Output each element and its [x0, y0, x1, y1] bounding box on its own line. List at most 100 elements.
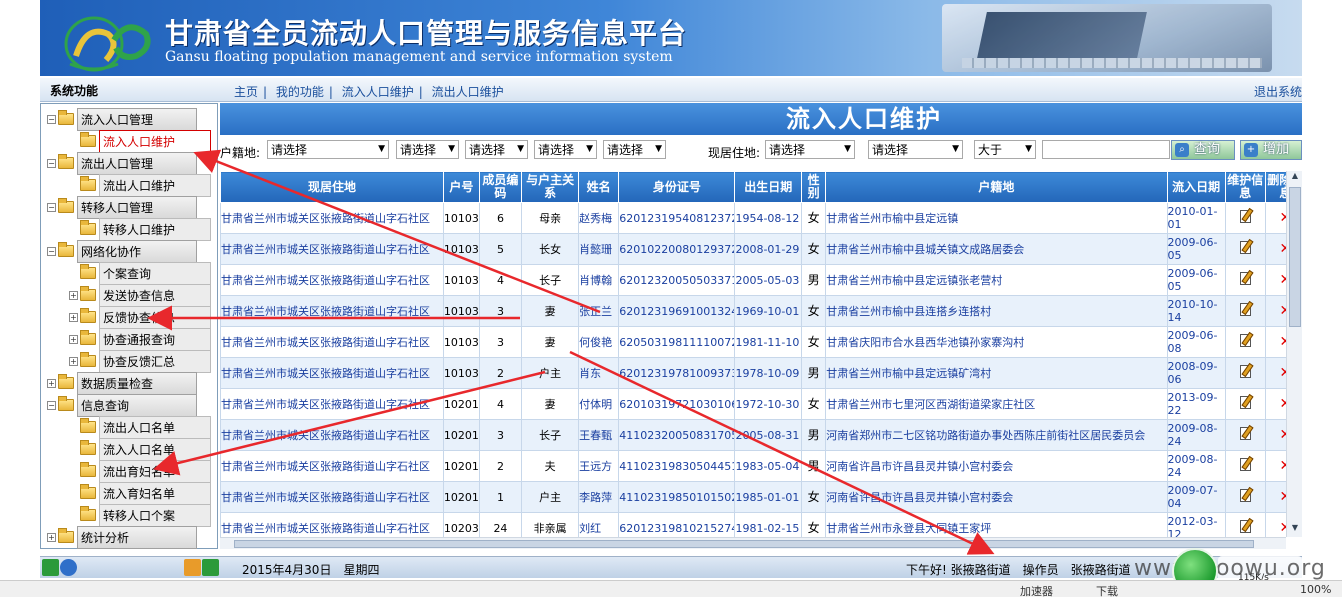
compare-value-input[interactable]: [1042, 140, 1170, 159]
table-row[interactable]: 甘肃省兰州市城关区张掖路街道山字石社区 10203 24 非亲属 刘红 620123198…: [220, 512, 1286, 537]
sidebar-item[interactable]: 流入育妇名单: [69, 481, 211, 505]
table-row[interactable]: 甘肃省兰州市城关区张掖路街道山字石社区 10103 2 户主 肖东 62012319781…: [220, 357, 1286, 389]
scroll-thumb[interactable]: [1289, 187, 1301, 327]
expand-icon[interactable]: +: [69, 334, 78, 344]
edit-icon[interactable]: [1239, 210, 1251, 223]
edit-icon[interactable]: [1239, 427, 1251, 440]
sidebar-item[interactable]: − 转移人口管理: [47, 195, 197, 219]
edit-icon[interactable]: [1239, 241, 1251, 254]
edit-icon[interactable]: [1239, 365, 1251, 378]
nav-inflow-maintain-link[interactable]: 流入人口维护: [342, 85, 414, 99]
hscroll-thumb[interactable]: [234, 540, 1254, 548]
cell-member-code: 3: [478, 326, 523, 358]
nav-home-link[interactable]: 主页: [234, 85, 258, 99]
edit-icon[interactable]: [1239, 334, 1251, 347]
nav-outflow-maintain-link[interactable]: 流出人口维护: [432, 85, 504, 99]
browser-status-bar: 加速器 下载 100%: [0, 580, 1342, 597]
col-header-delete: 删除信息: [1264, 171, 1286, 203]
folder-icon: [58, 198, 74, 213]
key-icon[interactable]: [184, 559, 201, 576]
col-header-edit: 维护信息: [1224, 171, 1266, 203]
scroll-down-icon[interactable]: ▼: [1287, 523, 1303, 537]
sidebar-item[interactable]: 转移人口个案: [69, 503, 211, 527]
sidebar-item[interactable]: 个案查询: [69, 261, 211, 285]
edit-icon[interactable]: [1239, 520, 1251, 533]
sidebar-item[interactable]: − 流出人口管理: [47, 151, 197, 175]
sidebar-item[interactable]: 流入人口维护: [69, 129, 211, 153]
expand-icon[interactable]: +: [69, 356, 78, 366]
folder-icon: [80, 462, 96, 477]
cell-birth-date: 1969-10-01: [734, 295, 802, 327]
table-vertical-scrollbar[interactable]: ▲ ▼: [1286, 171, 1302, 537]
cell-birth-date: 1983-05-04: [734, 450, 802, 482]
cell-household-no: 10103: [442, 202, 480, 234]
logo-icon: [64, 16, 151, 72]
back-icon[interactable]: [42, 559, 59, 576]
table-row[interactable]: 甘肃省兰州市城关区张掖路街道山字石社区 10201 4 妻付体明 62010319721…: [220, 388, 1286, 420]
table-row[interactable]: 甘肃省兰州市城关区张掖路街道山字石社区 10201 2 夫王远方 41102319830…: [220, 450, 1286, 482]
cell-huji: 甘肃省兰州市榆中县连搭乡连搭村: [825, 295, 1168, 327]
download-item[interactable]: 下载: [1096, 583, 1118, 597]
sidebar-item[interactable]: + 数据质量检查: [47, 371, 197, 395]
table-horizontal-scrollbar[interactable]: [220, 537, 1286, 549]
cell-birth-date: 1981-11-10: [734, 326, 802, 358]
query-button[interactable]: ⌕ 查询: [1171, 140, 1235, 160]
cell-inflow-date: 2009-08-24: [1166, 419, 1226, 451]
collapse-icon[interactable]: −: [47, 114, 56, 124]
refresh-icon[interactable]: [60, 559, 77, 576]
collapse-icon[interactable]: −: [47, 246, 56, 256]
sidebar-item[interactable]: + 反馈协查信息: [69, 305, 211, 329]
table-row[interactable]: 甘肃省兰州市城关区张掖路街道山字石社区 10103 5 长女 肖懿珊 6201022008…: [220, 233, 1286, 265]
huji-city-select[interactable]: 请选择 ▼: [396, 140, 459, 159]
sidebar-item[interactable]: − 信息查询: [47, 393, 197, 417]
cell-name: 李路萍: [578, 481, 620, 513]
accelerator-item[interactable]: 加速器: [1020, 583, 1053, 597]
add-button[interactable]: + 增加: [1240, 140, 1302, 160]
compare-operator-select[interactable]: 大于 ▼: [974, 140, 1036, 159]
sidebar-item[interactable]: 流出育妇名单: [69, 459, 211, 483]
expand-icon[interactable]: +: [47, 378, 56, 388]
huji-village-select[interactable]: 请选择 ▼: [603, 140, 666, 159]
table-row[interactable]: 甘肃省兰州市城关区张掖路街道山字石社区 10201 1 户主 李路萍 4110231985…: [220, 481, 1286, 513]
nav-my-functions-link[interactable]: 我的功能: [276, 85, 324, 99]
sidebar-item[interactable]: − 网络化协作: [47, 239, 197, 263]
collapse-icon[interactable]: −: [47, 202, 56, 212]
sidebar-item[interactable]: + 协查反馈汇总: [69, 349, 211, 373]
sidebar-item[interactable]: 流入人口名单: [69, 437, 211, 461]
edit-icon[interactable]: [1239, 396, 1251, 409]
cell-inflow-date: 2010-01-01: [1166, 202, 1226, 234]
scroll-up-icon[interactable]: ▲: [1287, 171, 1303, 185]
edit-icon[interactable]: [1239, 303, 1251, 316]
sidebar-item[interactable]: + 统计分析: [47, 525, 197, 549]
zoom-level[interactable]: 100%: [1300, 583, 1331, 596]
table-row[interactable]: 甘肃省兰州市城关区张掖路街道山字石社区 10103 3 妻何俊艳 62050319811…: [220, 326, 1286, 358]
sidebar-item-label: 转移人口管理: [77, 195, 197, 219]
cell-name: 肖东: [578, 357, 620, 389]
sidebar-item[interactable]: + 协查通报查询: [69, 327, 211, 351]
huji-town-select[interactable]: 请选择 ▼: [534, 140, 597, 159]
huji-county-select[interactable]: 请选择 ▼: [465, 140, 528, 159]
table-row[interactable]: 甘肃省兰州市城关区张掖路街道山字石社区 10103 4 长子 肖博翰 6201232005…: [220, 264, 1286, 296]
table-row[interactable]: 甘肃省兰州市城关区张掖路街道山字石社区 10103 3 妻张正兰 62012319691…: [220, 295, 1286, 327]
expand-icon[interactable]: +: [47, 532, 56, 542]
edit-icon[interactable]: [1239, 458, 1251, 471]
table-row[interactable]: 甘肃省兰州市城关区张掖路街道山字石社区 10103 6 母亲 赵秀梅 6201231954…: [220, 202, 1286, 234]
collapse-icon[interactable]: −: [47, 400, 56, 410]
edit-icon[interactable]: [1239, 489, 1251, 502]
current-residence-select-1[interactable]: 请选择 ▼: [765, 140, 855, 159]
table-row[interactable]: 甘肃省兰州市城关区张掖路街道山字石社区 10201 3 长子 王春甄 4110232005…: [220, 419, 1286, 451]
sidebar-item[interactable]: 转移人口维护: [69, 217, 211, 241]
current-residence-select-2[interactable]: 请选择 ▼: [868, 140, 963, 159]
collapse-icon[interactable]: −: [47, 158, 56, 168]
cell-member-code: 3: [478, 295, 523, 327]
up-icon[interactable]: [202, 559, 219, 576]
sidebar-item[interactable]: − 流入人口管理: [47, 107, 197, 131]
logout-link[interactable]: 退出系统: [1254, 83, 1302, 100]
sidebar-item[interactable]: + 发送协查信息: [69, 283, 211, 307]
expand-icon[interactable]: +: [69, 312, 78, 322]
expand-icon[interactable]: +: [69, 290, 78, 300]
huji-province-select[interactable]: 请选择 ▼: [267, 140, 389, 159]
sidebar-item[interactable]: 流出人口维护: [69, 173, 211, 197]
sidebar-item[interactable]: 流出人口名单: [69, 415, 211, 439]
edit-icon[interactable]: [1239, 272, 1251, 285]
